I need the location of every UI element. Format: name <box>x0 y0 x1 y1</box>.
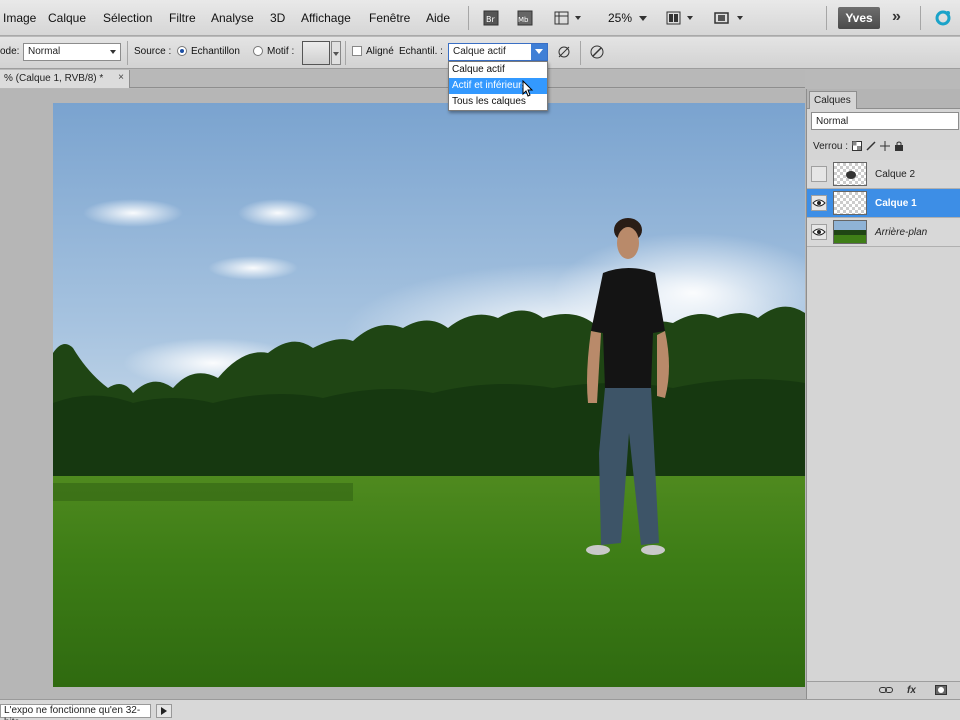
menu-bar: Image Calque Sélection Filtre Analyse 3D… <box>0 0 960 36</box>
chevron-down-icon <box>110 50 116 54</box>
separator <box>468 6 469 30</box>
mask-icon[interactable] <box>935 685 947 698</box>
source-pattern-label: Motif : <box>267 46 295 57</box>
link-icon[interactable] <box>879 685 893 698</box>
sample-option-current[interactable]: Calque actif <box>449 62 547 78</box>
layer-name: Arrière-plan <box>875 227 928 238</box>
chevron-down-icon[interactable] <box>531 44 547 60</box>
menu-fenetre[interactable]: Fenêtre <box>369 11 410 25</box>
menu-analyse[interactable]: Analyse <box>211 11 254 25</box>
aligned-label: Aligné <box>366 46 394 57</box>
blend-mode-select[interactable]: Normal <box>811 112 959 130</box>
menu-3d[interactable]: 3D <box>270 11 285 25</box>
status-text: L'expo ne fonctionne qu'en 32-bits <box>0 704 151 720</box>
lock-pixels-icon[interactable] <box>866 141 876 151</box>
status-bar: L'expo ne fonctionne qu'en 32-bits <box>0 699 960 720</box>
source-label: Source : <box>134 46 172 57</box>
eye-icon[interactable] <box>811 195 827 211</box>
layers-panel: Calques Normal Verrou : Calque 2 Calque … <box>806 89 960 699</box>
menu-calque[interactable]: Calque <box>48 11 86 25</box>
pattern-picker-arrow[interactable] <box>331 41 341 65</box>
fx-icon[interactable]: fx <box>907 685 916 696</box>
lock-all-icon[interactable] <box>894 141 904 151</box>
menu-image[interactable]: Image <box>3 11 36 25</box>
view-extras-icon[interactable] <box>550 8 586 28</box>
chevron-down-icon[interactable] <box>636 8 650 28</box>
menu-filtre[interactable]: Filtre <box>169 11 196 25</box>
aligned-checkbox[interactable] <box>352 46 362 56</box>
source-pattern-radio[interactable] <box>253 46 263 56</box>
more-workspaces-button[interactable]: » <box>892 8 901 26</box>
separator <box>127 41 128 65</box>
panel-footer: fx <box>807 681 960 699</box>
eye-icon[interactable] <box>811 224 827 240</box>
canvas-photo <box>53 103 805 687</box>
layer-thumbnail <box>833 220 867 244</box>
menu-affichage[interactable]: Affichage <box>301 11 351 25</box>
mode-value: Normal <box>28 46 61 57</box>
layer-list: Calque 2 Calque 1 Arrière-plan <box>807 160 960 247</box>
layer-row[interactable]: Calque 1 <box>807 189 960 218</box>
workspace <box>0 89 806 699</box>
svg-text:Br: Br <box>486 15 495 24</box>
status-menu-arrow[interactable] <box>156 704 172 718</box>
layer-row[interactable]: Arrière-plan <box>807 218 960 247</box>
layer-thumbnail <box>833 162 867 186</box>
visibility-toggle[interactable] <box>811 166 827 182</box>
screen-mode-icon[interactable] <box>708 8 748 28</box>
layer-name: Calque 1 <box>875 198 917 209</box>
separator <box>345 41 346 65</box>
sample-select[interactable]: Calque actif <box>448 43 548 61</box>
menu-aide[interactable]: Aide <box>426 11 450 25</box>
pressure-tablet-icon[interactable] <box>587 42 607 62</box>
separator <box>580 41 581 65</box>
document-title: % (Calque 1, RVB/8) * <box>4 73 104 84</box>
bridge-icon[interactable]: Br <box>480 8 502 28</box>
close-icon[interactable]: × <box>118 72 124 83</box>
source-sample-radio[interactable] <box>177 46 187 56</box>
svg-text:Mb: Mb <box>518 16 529 24</box>
lock-position-icon[interactable] <box>880 141 891 151</box>
document-canvas[interactable] <box>53 103 805 687</box>
ignore-adjustment-layers-icon[interactable] <box>555 42 573 62</box>
document-tab-bar: % (Calque 1, RVB/8) * × <box>0 70 805 88</box>
mode-label: ode: <box>0 46 20 57</box>
menu-selection[interactable]: Sélection <box>103 11 152 25</box>
cursor-icon <box>522 80 534 97</box>
mode-select[interactable]: Normal <box>23 43 121 61</box>
sample-label: Echantil. : <box>399 46 443 57</box>
user-button[interactable]: Yves <box>838 7 880 29</box>
layer-name: Calque 2 <box>875 169 916 180</box>
sample-value: Calque actif <box>453 46 506 57</box>
separator <box>920 6 921 30</box>
lock-transparency-icon[interactable] <box>852 141 863 151</box>
source-sample-label: Echantillon <box>191 46 240 57</box>
tab-calques[interactable]: Calques <box>809 91 857 109</box>
zoom-level[interactable]: 25% <box>608 11 632 25</box>
lock-label: Verrou : <box>813 140 849 152</box>
panel-tab-bar: Calques <box>807 89 960 109</box>
layer-thumbnail <box>833 191 867 215</box>
minibridge-icon[interactable]: Mb <box>514 8 536 28</box>
arrange-documents-icon[interactable] <box>662 8 698 28</box>
separator <box>826 6 827 30</box>
layer-row[interactable]: Calque 2 <box>807 160 960 189</box>
pattern-picker[interactable] <box>302 41 330 65</box>
cs-live-icon[interactable] <box>932 8 954 28</box>
lock-row: Verrou : <box>813 138 904 154</box>
document-tab[interactable]: % (Calque 1, RVB/8) * × <box>0 70 130 88</box>
